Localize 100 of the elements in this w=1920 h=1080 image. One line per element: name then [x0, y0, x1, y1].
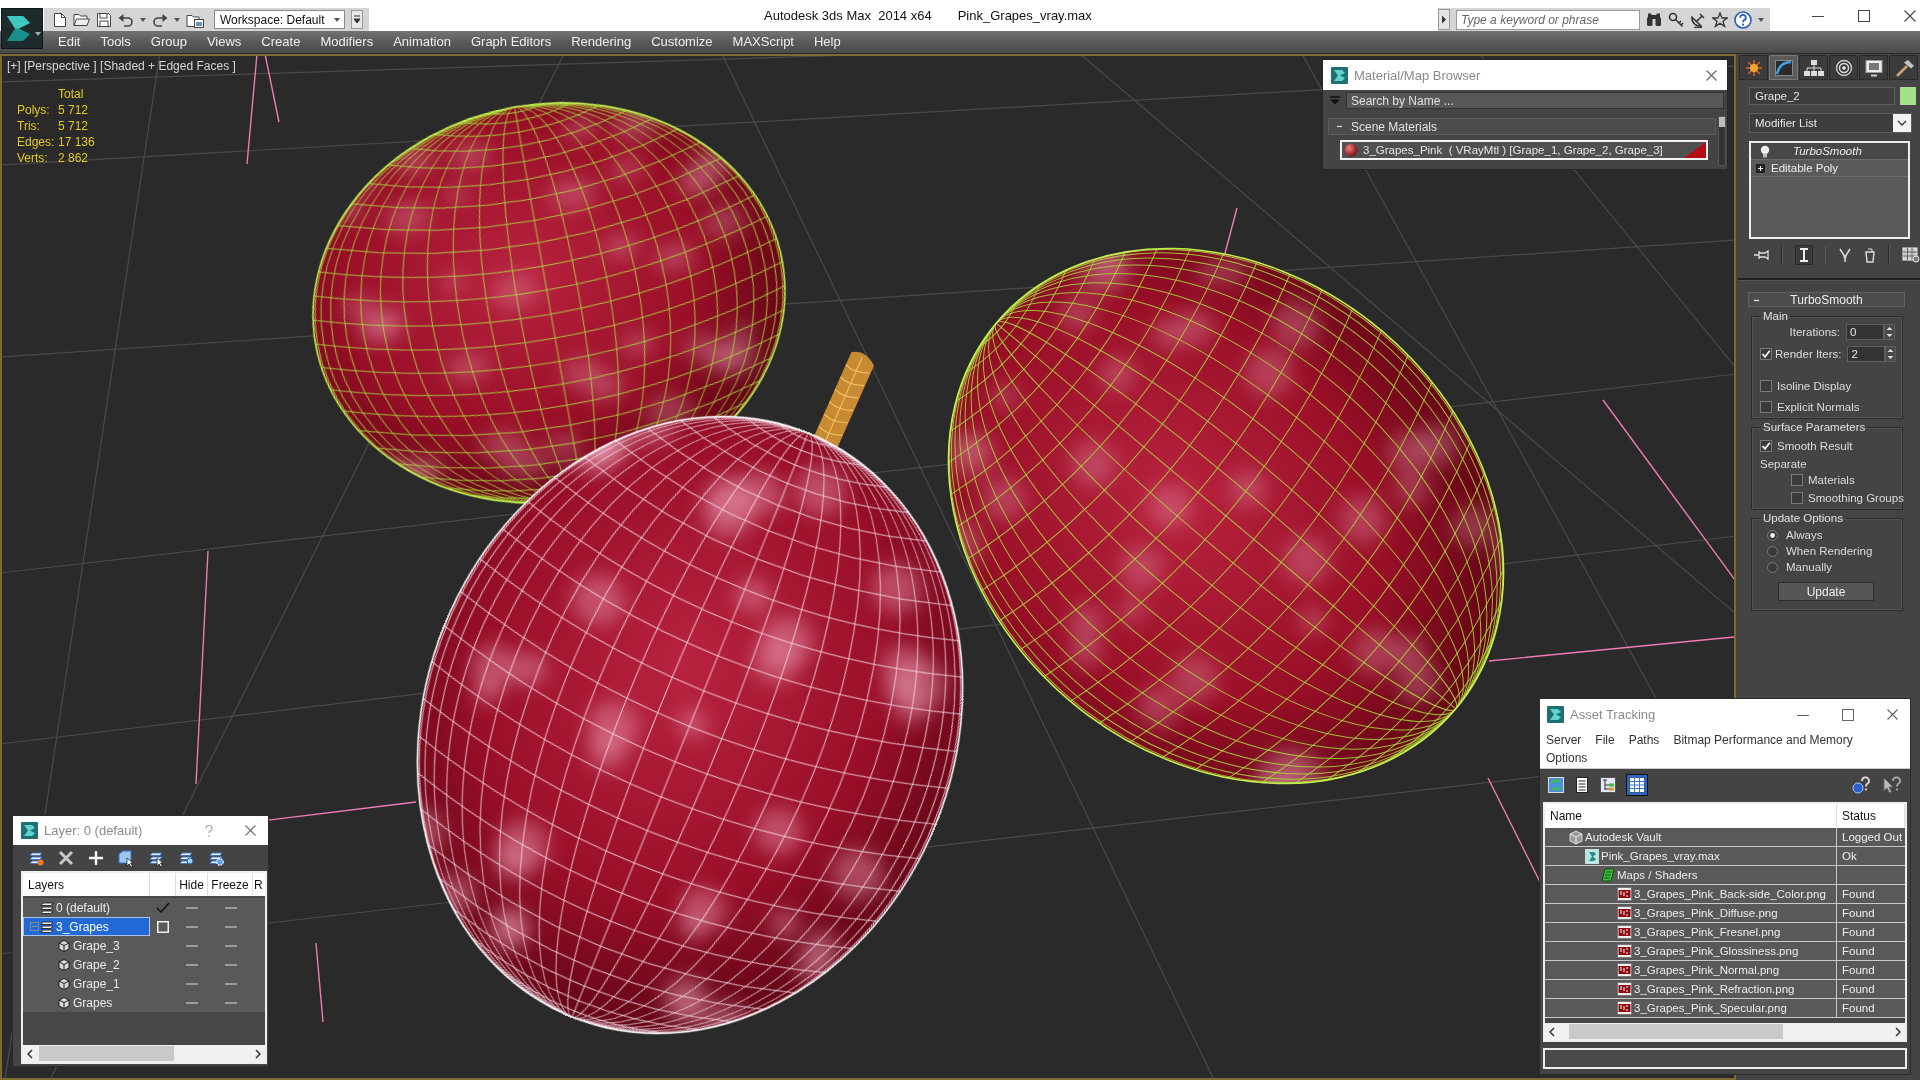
layers-gear-icon[interactable] [208, 850, 224, 866]
maximize-icon[interactable] [1842, 708, 1854, 721]
tree-item[interactable]: 3_Grapes_Pink_Glossiness.png [1545, 942, 1837, 960]
grape-model[interactable] [948, 247, 1504, 785]
layers-magnifier-icon[interactable] [178, 850, 194, 866]
caret-icon[interactable] [1758, 17, 1764, 22]
menu-item[interactable]: Customize [641, 31, 723, 53]
menu-caret-icon[interactable] [351, 10, 363, 29]
stack-item[interactable]: Editable Poly [1751, 160, 1908, 177]
tree-item[interactable]: Maps / Shaders [1545, 866, 1837, 884]
scrollbar[interactable] [1718, 116, 1726, 166]
checkbox[interactable] [1760, 440, 1772, 452]
menu-item[interactable]: Group [140, 31, 197, 53]
tree-item[interactable]: Grape_3 [23, 936, 150, 955]
tree-item[interactable]: 0 (default) [23, 898, 150, 917]
menu-item[interactable]: Views [196, 31, 252, 53]
pin-icon[interactable] [1753, 248, 1769, 262]
tree-item[interactable]: 3_Grapes_Pink_Diffuse.png [1545, 904, 1837, 922]
checkbox-label[interactable]: Isoline Display [1777, 380, 1852, 392]
group-header[interactable]: Scene Materials [1328, 118, 1716, 135]
grape-model[interactable] [417, 351, 963, 1034]
panel-tab[interactable] [1769, 55, 1798, 80]
close-icon[interactable] [1887, 709, 1898, 720]
checkbox[interactable] [1760, 348, 1772, 360]
grape-model[interactable] [312, 102, 786, 504]
plus-box-icon[interactable] [1756, 163, 1765, 173]
tree-item[interactable]: 3_Grapes_Pink_Specular.png [1545, 999, 1837, 1017]
radio-button[interactable] [1767, 529, 1778, 541]
chevron-right-icon[interactable] [255, 1048, 261, 1059]
radio-label[interactable]: Always [1786, 529, 1823, 541]
viewport-label[interactable]: [+] [Perspective ] [Shaded + Edged Faces ] [7, 59, 236, 73]
app-menu-button[interactable] [1, 8, 43, 49]
scrollbar-thumb-icon[interactable] [1569, 1024, 1783, 1039]
help-icon[interactable] [1734, 10, 1752, 29]
rollout-header[interactable]: TurboSmooth [1748, 292, 1905, 307]
list-icon[interactable] [1574, 776, 1590, 793]
curved-arrow-icon[interactable] [118, 12, 134, 27]
scrollbar-thumb-icon[interactable] [1719, 117, 1725, 127]
checkbox[interactable] [1760, 401, 1772, 413]
spinner-arrows-icon[interactable] [1885, 346, 1897, 362]
folder-icon[interactable] [73, 12, 90, 27]
menu-item[interactable]: Graph Editors [460, 31, 562, 53]
grid-icon[interactable] [1626, 773, 1648, 796]
menu-item[interactable]: Server [1546, 731, 1582, 749]
menu-item[interactable]: MAXScript [722, 31, 804, 53]
close-icon[interactable] [1706, 69, 1717, 81]
tree-item[interactable]: 3_Grapes_Pink_Normal.png [1545, 961, 1837, 979]
tree-view-icon[interactable] [1600, 776, 1616, 793]
menu-item[interactable]: Paths [1628, 731, 1660, 749]
update-button[interactable]: Update [1778, 582, 1874, 601]
cube-cursor-icon[interactable] [118, 850, 134, 866]
chevron-left-icon[interactable] [1549, 1026, 1555, 1037]
globe-question-icon[interactable] [1852, 775, 1872, 794]
key-icon[interactable] [1668, 11, 1684, 28]
i-beam-icon[interactable] [1794, 245, 1813, 265]
workspace-dropdown[interactable]: Workspace: Default [214, 10, 345, 29]
refresh-icon[interactable] [1548, 776, 1564, 793]
radio-label[interactable]: Manually [1786, 561, 1833, 573]
layers-cursor-icon[interactable] [148, 850, 164, 866]
satellite-dish-icon[interactable] [1690, 11, 1706, 28]
spinner-arrows-icon[interactable] [1884, 324, 1895, 340]
tree-item[interactable]: Grapes [23, 993, 150, 1012]
curved-arrow-icon[interactable] [152, 12, 168, 27]
menu-item[interactable]: Animation [383, 31, 461, 53]
column-header[interactable]: Hide [176, 873, 208, 896]
spinner-field[interactable]: 0 [1846, 324, 1884, 340]
lightbulb-icon[interactable] [1760, 144, 1770, 158]
star-icon[interactable] [1712, 11, 1728, 28]
panel-tab[interactable] [1889, 55, 1918, 80]
radio-button[interactable] [1767, 545, 1778, 557]
close-icon[interactable] [1904, 10, 1916, 22]
panel-tab[interactable] [1859, 55, 1888, 80]
cursor-question-icon[interactable] [1882, 775, 1902, 794]
tree-item[interactable]: 3_Grapes_Pink_Refraction.png [1545, 980, 1837, 998]
tree-item[interactable]: Grape_1 [23, 974, 150, 993]
radio-button[interactable] [1767, 561, 1778, 573]
column-header[interactable]: R [253, 873, 265, 896]
close-icon[interactable] [245, 825, 256, 836]
cross-icon[interactable] [58, 850, 74, 866]
checkbox-label[interactable]: Render Iters: [1775, 348, 1848, 360]
tree-item[interactable]: 3_Grapes_Pink_Fresnel.png [1545, 923, 1837, 941]
stack-item[interactable]: TurboSmooth [1751, 143, 1908, 160]
tree-item[interactable]: Grape_2 [23, 955, 150, 974]
panel-tab[interactable] [1799, 55, 1828, 80]
menu-item[interactable]: Create [251, 31, 311, 53]
menu-item[interactable]: Edit [48, 31, 91, 53]
search-field[interactable]: Search by Name ... [1346, 92, 1724, 109]
menu-item[interactable]: Options [1546, 749, 1588, 767]
binoculars-icon[interactable] [1646, 11, 1662, 28]
material-item[interactable]: 3_Grapes_Pink ( VRayMtl ) [Grape_1, Grape_2, Grape_3] [1340, 140, 1708, 160]
checkbox[interactable] [1791, 474, 1803, 486]
checkbox[interactable] [1791, 492, 1803, 504]
search-field[interactable]: Type a keyword or phrase [1456, 9, 1640, 30]
plus-icon[interactable] [88, 850, 104, 866]
scrollbar-thumb-icon[interactable] [39, 1046, 174, 1061]
column-header[interactable]: Freeze [208, 873, 253, 896]
checkmark-icon[interactable] [156, 901, 170, 914]
grid-gear-icon[interactable] [1902, 247, 1920, 263]
caret-icon[interactable] [140, 17, 146, 22]
menu-item[interactable]: File [1595, 731, 1615, 749]
